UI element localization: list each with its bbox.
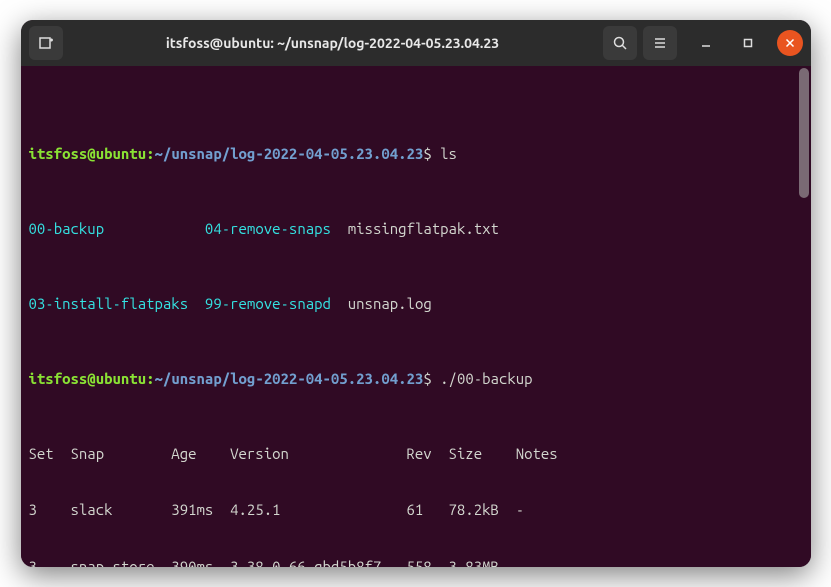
prompt-line-2: itsfoss@ubuntu:~/unsnap/log-2022-04-05.2…: [29, 370, 803, 389]
file-00-backup: 00-backup: [29, 220, 105, 237]
file-03-install-flatpaks: 03-install-flatpaks: [29, 295, 189, 312]
minimize-icon: [701, 38, 711, 48]
table-header: Set Snap Age Version Rev Size Notes: [29, 445, 803, 464]
prompt-colon: :: [146, 370, 154, 387]
new-tab-button[interactable]: [29, 26, 63, 60]
maximize-icon: [743, 38, 753, 48]
maximize-button[interactable]: [735, 30, 761, 56]
file-unsnap-log: unsnap.log: [348, 295, 432, 312]
terminal-window: itsfoss@ubuntu: ~/unsnap/log-2022-04-05.…: [21, 20, 811, 567]
file-04-remove-snaps: 04-remove-snaps: [205, 220, 331, 237]
table-row: 3 slack 391ms 4.25.1 61 78.2kB -: [29, 501, 803, 520]
ls-row-2: 03-install-flatpaks 99-remove-snapd unsn…: [29, 295, 803, 314]
close-button[interactable]: [777, 30, 803, 56]
command-backup: ./00-backup: [440, 370, 532, 387]
command-ls: ls: [440, 145, 457, 162]
search-button[interactable]: [603, 26, 637, 60]
prompt-path: ~/unsnap/log-2022-04-05.23.04.23: [155, 145, 424, 162]
search-icon: [612, 35, 628, 51]
titlebar-right: [603, 26, 803, 60]
menu-button[interactable]: [643, 26, 677, 60]
window-title: itsfoss@ubuntu: ~/unsnap/log-2022-04-05.…: [69, 35, 597, 51]
prompt-user: itsfoss@ubuntu: [29, 370, 147, 387]
prompt-user: itsfoss@ubuntu: [29, 145, 147, 162]
prompt-line-1: itsfoss@ubuntu:~/unsnap/log-2022-04-05.2…: [29, 145, 803, 164]
prompt-path: ~/unsnap/log-2022-04-05.23.04.23: [155, 370, 424, 387]
hamburger-icon: [652, 35, 668, 51]
prompt-dollar: $: [423, 145, 431, 162]
titlebar: itsfoss@ubuntu: ~/unsnap/log-2022-04-05.…: [21, 20, 811, 66]
ls-row-1: 00-backup 04-remove-snaps missingflatpak…: [29, 220, 803, 239]
file-99-remove-snapd: 99-remove-snapd: [205, 295, 331, 312]
minimize-button[interactable]: [693, 30, 719, 56]
prompt-colon: :: [146, 145, 154, 162]
close-icon: [785, 38, 795, 48]
new-tab-icon: [38, 35, 54, 51]
table-row: 3 snap-store 390ms 3.38.0-66-gbd5b8f7 55…: [29, 558, 803, 568]
terminal-body[interactable]: itsfoss@ubuntu:~/unsnap/log-2022-04-05.2…: [21, 66, 811, 567]
file-missingflatpak: missingflatpak.txt: [348, 220, 499, 237]
scrollbar[interactable]: [799, 68, 809, 198]
prompt-dollar: $: [423, 370, 431, 387]
